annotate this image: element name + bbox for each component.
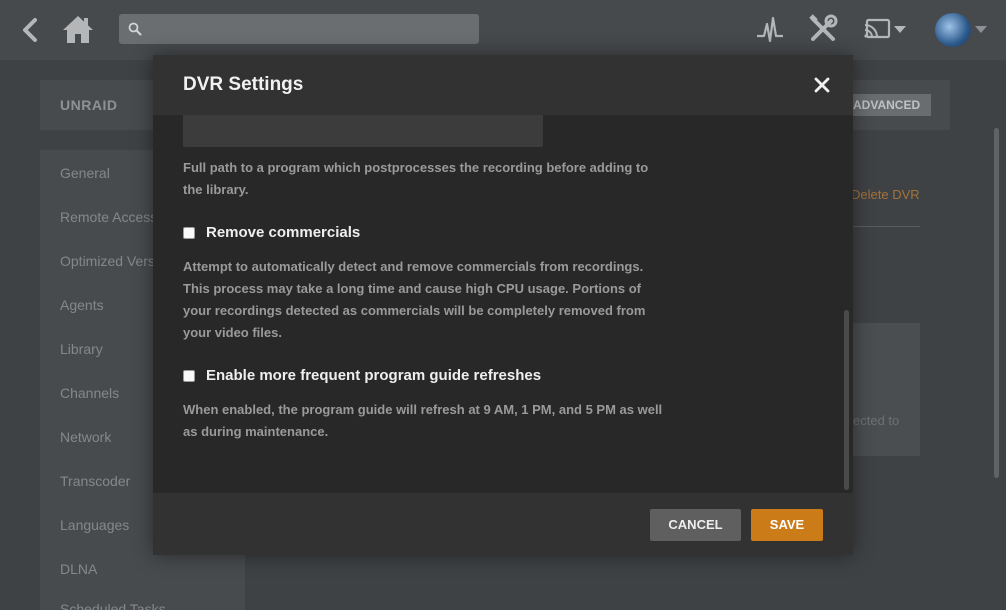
remove-commercials-checkbox[interactable] (183, 227, 195, 239)
search-bar[interactable] (119, 14, 479, 44)
dialog-footer: CANCEL SAVE (153, 493, 853, 555)
top-nav-bar (0, 0, 1006, 60)
user-avatar[interactable] (935, 13, 971, 47)
sidebar-item-remote-access[interactable]: Remote Access (60, 209, 157, 225)
guide-refresh-label[interactable]: Enable more frequent program guide refre… (206, 367, 541, 384)
home-icon (63, 16, 93, 43)
guide-refresh-checkbox[interactable] (183, 370, 195, 382)
activity-icon (757, 16, 783, 43)
chevron-down-icon[interactable] (975, 26, 987, 33)
postprocessing-path-input[interactable] (183, 115, 543, 147)
guide-refresh-help-text: When enabled, the program guide will ref… (183, 402, 663, 439)
advanced-toggle-button[interactable]: ADVANCED (843, 94, 931, 116)
tools-icon (809, 14, 838, 41)
cast-button[interactable] (862, 16, 908, 42)
sidebar-item-general[interactable]: General (60, 165, 110, 181)
delete-dvr-link[interactable]: Delete DVR (851, 187, 920, 202)
remove-commercials-label[interactable]: Remove commercials (206, 224, 360, 241)
background-panel-text: ected to (853, 413, 900, 428)
sidebar-item-network[interactable]: Network (60, 429, 111, 445)
postprocessing-help-text: Full path to a program which postprocess… (183, 160, 649, 197)
close-icon (814, 77, 830, 93)
home-button[interactable] (62, 14, 94, 44)
sidebar-item-library[interactable]: Library (60, 341, 103, 357)
sidebar-item-languages[interactable]: Languages (60, 517, 129, 533)
search-icon (128, 22, 142, 36)
back-button[interactable] (18, 16, 42, 44)
sidebar-item-dlna[interactable]: DLNA (60, 561, 97, 577)
sidebar-item-channels[interactable]: Channels (60, 385, 119, 401)
chevron-left-icon (23, 18, 37, 42)
sidebar-item-scheduled-tasks[interactable]: Scheduled Tasks (60, 601, 166, 610)
close-button[interactable] (813, 76, 831, 94)
activity-button[interactable] (755, 14, 785, 44)
dialog-scrollbar[interactable] (844, 310, 849, 490)
cancel-button[interactable]: CANCEL (650, 509, 741, 541)
dialog-body: Full path to a program which postprocess… (153, 115, 853, 493)
page-scrollbar[interactable] (994, 128, 999, 478)
background-panel (853, 323, 920, 456)
divider (853, 226, 920, 227)
dvr-settings-dialog: DVR Settings Full path to a program whic… (153, 55, 853, 555)
sidebar-item-agents[interactable]: Agents (60, 297, 104, 313)
save-button[interactable]: SAVE (751, 509, 823, 541)
settings-button[interactable] (807, 13, 839, 45)
server-name: UNRAID (60, 97, 118, 113)
remove-commercials-help-text: Attempt to automatically detect and remo… (183, 259, 646, 340)
sidebar-item-transcoder[interactable]: Transcoder (60, 473, 130, 489)
dialog-header: DVR Settings (153, 55, 853, 115)
cast-icon (864, 18, 906, 39)
dialog-title: DVR Settings (183, 74, 304, 95)
